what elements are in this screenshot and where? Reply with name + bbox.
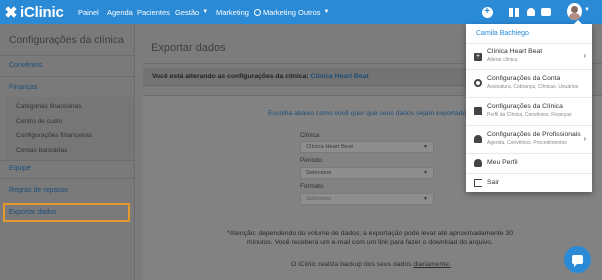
menu-item-switch-clinic[interactable]: Clínica Heart Beat Alterar clínica › (466, 43, 592, 68)
divider (0, 160, 134, 161)
gift-icon (509, 7, 519, 17)
clinic-notice: Você está alterando as configurações da … (152, 73, 369, 80)
sidebar-item-categorias[interactable]: Categorias financeiras (16, 103, 82, 110)
clinica-select[interactable]: Clínica Heart Beat ▼ (300, 141, 434, 153)
nav-agenda[interactable]: Agenda (107, 0, 133, 24)
user-name: Camila Bachiego (476, 30, 529, 37)
top-navbar: iClinic Painel Agenda Pacientes Gestão ▼ … (0, 0, 602, 24)
divider (0, 76, 134, 77)
sidebar-item-config-financeiras[interactable]: Configurações financeiras (16, 132, 92, 139)
gift-button[interactable] (507, 5, 521, 19)
logo-text: iClinic (20, 3, 64, 21)
periodo-select[interactable]: Selecione ▼ (300, 167, 434, 179)
menu-item-logout[interactable]: Sair (466, 173, 592, 192)
nav-marketing[interactable]: Marketing (216, 0, 249, 24)
sidebar-item-regras[interactable]: Regras de repasse (9, 187, 68, 194)
chevron-down-icon: ▼ (202, 9, 209, 15)
bell-icon (527, 8, 535, 16)
clinica-label: Clínica (300, 132, 320, 139)
chevron-down-icon: ▼ (423, 144, 428, 150)
sidebar-item-exportar[interactable]: Exportar dados (9, 209, 56, 216)
chevron-down-icon: ▼ (423, 170, 428, 176)
messages-button[interactable] (539, 5, 553, 19)
sidebar-item-convenios[interactable]: Convênios (9, 62, 42, 69)
chevron-down-icon: ▼ (423, 196, 428, 202)
backup-link[interactable]: diariamente. (413, 261, 450, 268)
logout-icon (474, 179, 482, 187)
notifications-button[interactable] (524, 5, 538, 19)
avatar[interactable] (567, 3, 582, 20)
logo-icon (5, 6, 17, 18)
formato-label: Formato (300, 183, 324, 190)
gear-icon (254, 8, 261, 16)
people-icon (474, 135, 482, 143)
sidebar-item-centro-custo[interactable]: Centro de custo (16, 118, 63, 125)
chevron-right-icon: › (583, 51, 586, 60)
user-icon (474, 159, 482, 167)
menu-item-account-settings[interactable]: Configurações da Conta Assinatura, Cobra… (466, 69, 592, 96)
nav-pacientes[interactable]: Pacientes (137, 0, 170, 24)
iclinic-logo[interactable]: iClinic (5, 2, 64, 22)
plus-circle-icon: + (481, 6, 493, 18)
nav-outros[interactable]: Outros ▼ (298, 0, 329, 24)
nav-marketing-settings[interactable]: Marketing (254, 0, 296, 24)
chevron-down-icon[interactable]: ▼ (584, 7, 590, 13)
chevron-down-icon: ▼ (323, 9, 330, 15)
formato-select[interactable]: Selecione ▼ (300, 193, 434, 205)
choose-heading: Escolha abaixo como você quer que seus d… (268, 110, 470, 117)
divider (0, 178, 134, 179)
nav-gestao[interactable]: Gestão ▼ (175, 0, 208, 24)
clinic-icon (474, 107, 482, 115)
user-dropdown-menu: Camila Bachiego Clínica Heart Beat Alter… (466, 20, 592, 192)
menu-item-professional-settings[interactable]: Configurações de Profissionais Agenda, C… (466, 125, 592, 152)
chat-support-button[interactable] (564, 246, 591, 273)
chevron-right-icon: › (583, 134, 586, 143)
menu-item-my-profile[interactable]: Meu Perfil (466, 153, 592, 172)
gear-icon (474, 79, 482, 87)
sidebar-item-financas[interactable]: Finanças (9, 84, 37, 91)
chat-bubble-icon (572, 255, 583, 267)
nav-painel[interactable]: Painel (78, 0, 99, 24)
sidebar-title: Configurações da clínica (9, 34, 124, 46)
sidebar-item-contas-bancarias[interactable]: Contas bancárias (16, 147, 67, 154)
divider (0, 55, 134, 56)
clinic-link[interactable]: Clínica Heart Beat (311, 73, 369, 80)
sidebar-item-equipe[interactable]: Equipe (9, 165, 31, 172)
chat-icon (541, 8, 551, 16)
menu-item-clinic-settings[interactable]: Configurações da Clínica Perfil da Clíni… (466, 97, 592, 124)
backup-text: O iClinic realiza backup dos seus dados … (291, 261, 451, 268)
attention-text: *Atenção: dependendo do volume de dados,… (226, 230, 514, 246)
add-button[interactable]: + (480, 5, 494, 19)
periodo-label: Período (300, 157, 323, 164)
clinic-plus-icon (474, 53, 482, 61)
page-title: Exportar dados (151, 42, 226, 54)
